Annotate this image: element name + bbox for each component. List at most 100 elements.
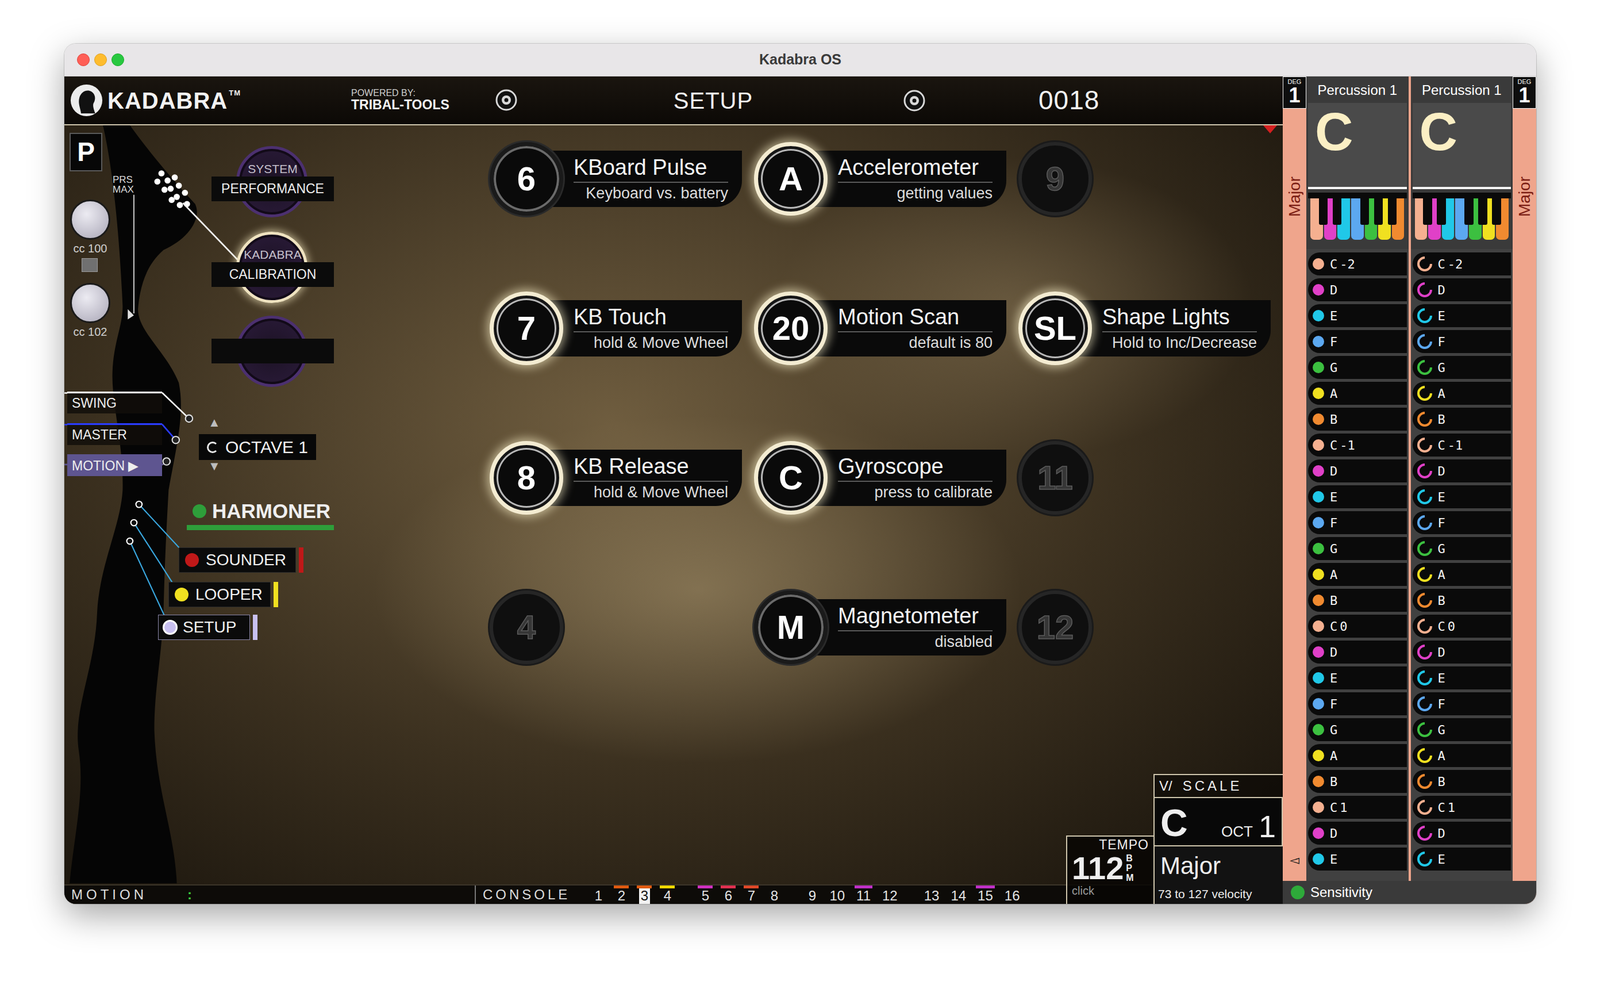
note-row[interactable]: A [1412, 381, 1512, 405]
console-channel[interactable]: 13 [922, 885, 942, 903]
slider-motion[interactable]: MOTION ▶ [67, 454, 163, 476]
note-row[interactable]: E [1412, 666, 1512, 690]
setup-tile[interactable]: SLShape LightsHold to Inc/Decrease [1018, 291, 1283, 365]
module-1[interactable]: SOUNDER [178, 547, 304, 573]
note-row[interactable]: B [1308, 407, 1407, 431]
minimize-button[interactable] [94, 53, 107, 67]
degree-box[interactable]: DEG1 [1282, 76, 1307, 109]
knob-switch[interactable] [81, 258, 98, 272]
console-channel[interactable]: 15 [975, 885, 995, 903]
tile-button[interactable]: 4 [489, 590, 564, 664]
preset-button[interactable]: P [69, 132, 103, 172]
note-row[interactable]: D [1308, 459, 1407, 483]
note-row[interactable]: D [1308, 821, 1407, 845]
note-row[interactable]: G [1308, 536, 1407, 560]
setup-tile[interactable]: 6KBoard PulseKeyboard vs. battery [489, 141, 755, 216]
note-row[interactable]: D [1308, 278, 1407, 302]
note-row[interactable]: D [1412, 640, 1512, 664]
note-row[interactable]: A [1308, 562, 1407, 586]
console-channel[interactable]: 12 [880, 885, 900, 903]
knob-disc[interactable] [70, 199, 111, 240]
console-channel[interactable]: 14 [948, 885, 968, 903]
tile-button[interactable]: M [754, 590, 828, 664]
menu-button[interactable]: KADABRACALIBRATION [211, 231, 334, 303]
octave-down-button[interactable]: ▼ [208, 459, 221, 473]
note-row[interactable]: F [1412, 691, 1512, 715]
setup-tile[interactable]: 4 [489, 590, 755, 664]
setup-tile[interactable]: 7KB Touchhold & Move Wheel [489, 291, 755, 365]
note-row[interactable]: G [1412, 536, 1512, 560]
console-channel[interactable]: 5 [697, 885, 713, 903]
scale-box[interactable]: V/SCALECOCT1Major73 to 127 velocity [1153, 773, 1283, 904]
note-row[interactable]: B [1412, 407, 1512, 431]
knob[interactable]: cc 100 [64, 199, 117, 255]
tile-button[interactable]: 20 [754, 291, 828, 365]
note-row[interactable]: C1 [1412, 795, 1512, 819]
note-row[interactable]: F [1308, 510, 1407, 534]
note-row[interactable]: F [1308, 691, 1407, 715]
note-row[interactable]: G [1308, 717, 1407, 741]
note-row[interactable]: A [1412, 562, 1512, 586]
note-row[interactable]: E [1308, 847, 1407, 871]
note-row[interactable]: E [1308, 666, 1407, 690]
instrument-name[interactable]: Percussion 1 [1308, 76, 1407, 103]
module-box[interactable]: LOOPER [168, 581, 271, 607]
console-channel[interactable]: 16 [1002, 885, 1022, 903]
console-channel[interactable]: 9 [804, 885, 820, 903]
note-row[interactable]: A [1412, 743, 1512, 767]
setup-tile[interactable]: 11 [1018, 440, 1283, 515]
console-channel[interactable]: 1 [590, 885, 606, 903]
setup-tile[interactable]: 9 [1018, 141, 1283, 216]
note-row[interactable]: G [1308, 355, 1407, 379]
console-channel[interactable]: 4 [659, 885, 675, 903]
note-row[interactable]: G [1412, 717, 1512, 741]
console-channel[interactable]: 10 [827, 885, 847, 903]
note-row[interactable]: B [1308, 769, 1407, 793]
setup-tile[interactable]: 8KB Releasehold & Move Wheel [489, 440, 755, 515]
setup-tile[interactable]: CGyroscopepress to calibrate [754, 440, 1019, 515]
note-row[interactable]: E [1308, 485, 1407, 509]
empty-menu-button[interactable] [211, 315, 334, 387]
note-row[interactable]: G [1412, 355, 1512, 379]
note-row[interactable]: D [1308, 640, 1407, 664]
setup-tile[interactable]: MMagnetometerdisabled [754, 590, 1019, 664]
tile-button[interactable]: 6 [489, 141, 564, 216]
console-channel[interactable]: 7 [743, 885, 759, 903]
note-row[interactable]: F [1412, 510, 1512, 534]
note-row[interactable]: C-2 [1412, 252, 1512, 276]
zoom-button[interactable] [111, 53, 125, 67]
tile-button[interactable]: SL [1018, 291, 1092, 365]
note-row[interactable]: A [1308, 381, 1407, 405]
module-3[interactable]: SETUP [158, 614, 258, 640]
note-row[interactable]: E [1412, 847, 1512, 871]
tile-button[interactable]: 7 [489, 291, 564, 365]
instrument-name[interactable]: Percussion 1 [1412, 76, 1512, 103]
tile-button[interactable]: 12 [1018, 590, 1092, 664]
note-row[interactable]: C-1 [1308, 433, 1407, 457]
module-0[interactable]: HARMONER [186, 500, 334, 530]
mini-keyboard[interactable] [1308, 192, 1407, 240]
note-row[interactable]: B [1412, 588, 1512, 612]
note-row[interactable]: F [1308, 329, 1407, 353]
note-row[interactable]: C0 [1412, 614, 1512, 638]
slider-master[interactable]: MASTER [67, 422, 163, 445]
note-row[interactable]: C-1 [1412, 433, 1512, 457]
module-box[interactable]: SOUNDER [178, 547, 296, 573]
note-row[interactable]: E [1412, 485, 1512, 509]
octave-up-button[interactable]: ▲ [208, 416, 221, 429]
note-row[interactable]: C1 [1308, 795, 1407, 819]
note-row[interactable]: D [1412, 278, 1512, 302]
knob-disc[interactable] [70, 282, 111, 323]
note-row[interactable]: B [1308, 588, 1407, 612]
setup-tile[interactable]: 12 [1018, 590, 1283, 664]
note-row[interactable]: F [1412, 329, 1512, 353]
tempo-box[interactable]: TEMPO112BPMclick [1066, 835, 1154, 904]
note-row[interactable]: A [1308, 743, 1407, 767]
console-channel[interactable]: 6 [720, 885, 736, 903]
tile-button[interactable]: 11 [1018, 440, 1092, 515]
degree-box[interactable]: DEG1 [1512, 76, 1537, 109]
console-channel[interactable]: 11 [854, 885, 873, 903]
note-row[interactable]: C-2 [1308, 252, 1407, 276]
note-row[interactable]: D [1412, 821, 1512, 845]
logo[interactable]: KADABRATM [64, 83, 352, 117]
